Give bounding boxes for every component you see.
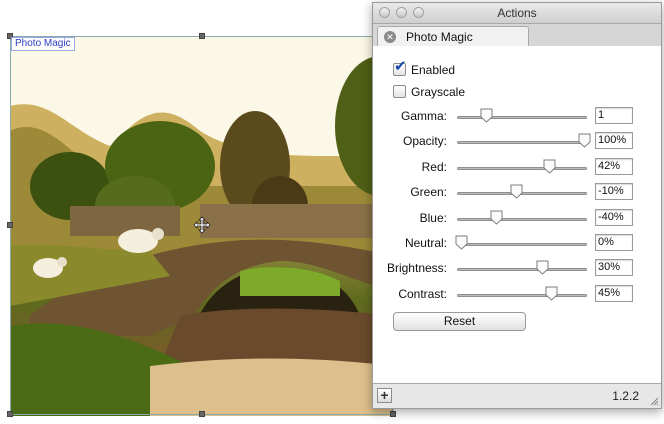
brightness-slider-row: Brightness: 30%: [373, 258, 663, 278]
brightness-label: Brightness:: [386, 261, 447, 275]
window-minimize-button[interactable]: [396, 7, 407, 18]
neutral-value-field[interactable]: 0%: [595, 234, 633, 251]
gamma-slider-knob[interactable]: [480, 108, 493, 123]
contrast-slider[interactable]: [457, 294, 587, 297]
panel-titlebar[interactable]: Actions: [373, 3, 661, 24]
red-slider-knob[interactable]: [543, 159, 556, 174]
green-value-field[interactable]: -10%: [595, 183, 633, 200]
opacity-slider[interactable]: [457, 141, 587, 144]
opacity-value-field[interactable]: 100%: [595, 132, 633, 149]
close-icon[interactable]: ✕: [384, 31, 396, 43]
blue-slider[interactable]: [457, 218, 587, 221]
contrast-slider-knob[interactable]: [545, 286, 558, 301]
brightness-slider[interactable]: [457, 268, 587, 271]
resize-handle-bottom-left[interactable]: [7, 411, 13, 417]
gamma-slider[interactable]: [457, 116, 587, 119]
grayscale-checkbox[interactable]: [393, 85, 406, 98]
contrast-label: Contrast:: [398, 287, 447, 301]
tab-label: Photo Magic: [406, 30, 473, 44]
neutral-slider-row: Neutral: 0%: [373, 233, 663, 253]
resize-handle-bottom[interactable]: [199, 411, 205, 417]
neutral-label: Neutral:: [404, 236, 447, 250]
window-title: Actions: [497, 6, 537, 20]
contrast-slider-row: Contrast: 45%: [373, 284, 663, 304]
resize-handle-bottom-right[interactable]: [390, 411, 396, 417]
green-label: Green:: [410, 185, 447, 199]
panel-content: Enabled Grayscale Gamma: 1 Opacity: 100% Red…: [373, 46, 661, 384]
red-label: Red:: [421, 160, 447, 174]
blue-slider-knob[interactable]: [490, 210, 503, 225]
tab-bar: ✕ Photo Magic: [373, 24, 661, 47]
panel-footer: + 1.2.2: [373, 383, 661, 408]
resize-grip-icon[interactable]: [649, 396, 659, 406]
plus-icon[interactable]: +: [377, 388, 392, 403]
blue-label: Blue:: [419, 211, 447, 225]
opacity-slider-row: Opacity: 100%: [373, 131, 663, 151]
red-slider[interactable]: [457, 167, 587, 170]
gamma-slider-row: Gamma: 1: [373, 106, 663, 126]
opacity-slider-knob[interactable]: [578, 133, 591, 148]
gamma-value-field[interactable]: 1: [595, 107, 633, 124]
tab-photo-magic[interactable]: ✕ Photo Magic: [377, 26, 529, 47]
brightness-slider-knob[interactable]: [536, 260, 549, 275]
reset-button[interactable]: Reset: [393, 312, 526, 331]
resize-handle-top[interactable]: [199, 33, 205, 39]
red-slider-row: Red: 42%: [373, 157, 663, 177]
resize-handle-left[interactable]: [7, 222, 13, 228]
green-slider-row: Green: -10%: [373, 182, 663, 202]
blue-slider-row: Blue: -40%: [373, 208, 663, 228]
contrast-value-field[interactable]: 45%: [595, 285, 633, 302]
enabled-checkbox[interactable]: [393, 59, 407, 76]
move-cursor-icon: [193, 216, 211, 234]
version-label: 1.2.2: [612, 389, 639, 403]
opacity-label: Opacity:: [402, 134, 447, 148]
neutral-slider[interactable]: [457, 243, 587, 246]
red-value-field[interactable]: 42%: [595, 158, 633, 175]
grayscale-label: Grayscale: [411, 85, 466, 99]
window-close-button[interactable]: [379, 7, 390, 18]
brightness-value-field[interactable]: 30%: [595, 259, 633, 276]
green-slider-knob[interactable]: [510, 184, 523, 199]
window-zoom-button[interactable]: [413, 7, 424, 18]
enabled-label: Enabled: [411, 63, 456, 77]
blue-value-field[interactable]: -40%: [595, 209, 633, 226]
layer-name-label: Photo Magic: [11, 37, 75, 51]
neutral-slider-knob[interactable]: [455, 235, 468, 250]
actions-panel: Actions ✕ Photo Magic Enabled Grayscale …: [372, 2, 662, 409]
gamma-label: Gamma:: [400, 109, 447, 123]
